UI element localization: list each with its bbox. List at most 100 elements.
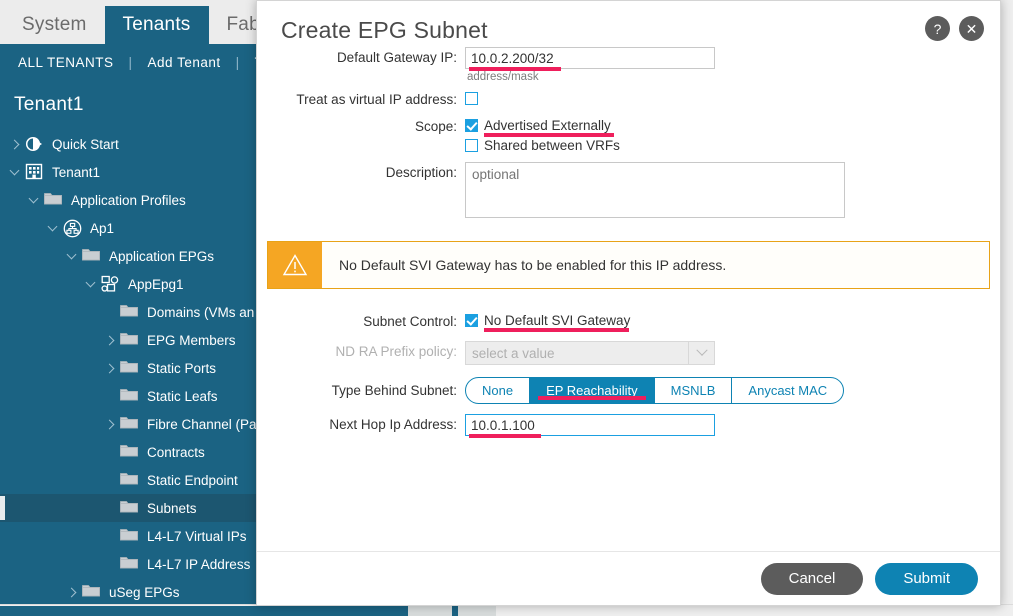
tree-item-l4-l7-ip-address[interactable]: L4-L7 IP Address [0,550,270,578]
tenant-building-icon [25,163,45,181]
nav-tab-system[interactable]: System [4,6,105,44]
chevron-right-icon[interactable] [103,361,117,375]
warning-triangle-icon [268,242,322,288]
treat-as-virtual-field [465,89,1000,105]
folder-icon [120,359,140,377]
next-hop-row: Next Hop Ip Address: [257,414,1000,438]
submit-button[interactable]: Submit [875,562,978,595]
default-gateway-input-wrap [465,47,715,71]
help-icon[interactable]: ? [925,16,950,41]
dialog-form: Default Gateway IP: address/mask Treat a… [257,47,1000,438]
scope-option-label[interactable]: Shared between VRFs [484,136,620,156]
default-gateway-highlight [469,67,561,71]
type-behind-subnet-option-none[interactable]: None [466,378,531,403]
scrollbar-thumb-secondary[interactable] [452,606,458,616]
tree-item-appepg1[interactable]: AppEpg1 [0,270,270,298]
screen-root: System Tenants Fabric ALL TENANTS | Add Tena… [0,0,1013,616]
chevron-down-icon[interactable] [8,165,22,179]
main-nav-tabs: System Tenants Fabric [4,6,299,44]
chevron-down-icon[interactable] [46,221,60,235]
tree-item-label: Tenant1 [52,164,101,180]
warning-message: No Default SVI Gateway has to be enabled… [339,257,727,273]
next-hop-input[interactable] [465,414,715,436]
folder-icon [120,415,140,433]
scrollbar-thumb[interactable] [0,606,408,616]
description-textarea[interactable] [465,162,845,218]
tree-item-label: Fibre Channel (Pa [147,416,257,432]
next-hop-label: Next Hop Ip Address: [329,417,457,432]
type-behind-subnet-highlight [538,396,646,400]
chevron-down-icon[interactable] [65,249,79,263]
type-behind-subnet-option-ep-reachability[interactable]: EP Reachability [530,378,655,403]
chevron-right-icon[interactable] [103,333,117,347]
tree-item-epg-members[interactable]: EPG Members [0,326,270,354]
close-icon[interactable]: ✕ [959,16,984,41]
subnav-item-add-tenant[interactable]: Add Tenant [148,55,221,70]
warning-banner: No Default SVI Gateway has to be enabled… [267,241,990,289]
folder-icon [120,387,140,405]
chevron-right-icon[interactable] [65,585,79,599]
subnet-control-checkbox-no-default-svi-gateway[interactable] [465,314,478,327]
tree-item-fibre-channel-pa[interactable]: Fibre Channel (Pa [0,410,270,438]
subnav-item-all-tenants[interactable]: ALL TENANTS [18,55,114,70]
quick-start-icon [25,135,45,153]
tree-item-tenant1[interactable]: Tenant1 [0,158,270,186]
chevron-right-icon[interactable] [103,417,117,431]
nav-tab-tenants[interactable]: Tenants [104,6,209,44]
tree-item-application-epgs[interactable]: Application EPGs [0,242,270,270]
subnet-control-option: No Default SVI Gateway [465,311,1000,332]
scope-checkbox-shared-between-vrfs[interactable] [465,139,478,152]
cancel-button[interactable]: Cancel [760,562,864,595]
navigation-sidebar: Tenant1 Quick Start Tenant1 Application Pr… [0,80,270,604]
scope-checkbox-advertised-externally[interactable] [465,119,478,132]
nd-ra-prefix-policy-select: select a value [465,341,715,365]
subnet-control-options: No Default SVI Gateway [465,311,1000,332]
chevron-down-icon[interactable] [84,277,98,291]
tree-item-l4-l7-virtual-ips[interactable]: L4-L7 Virtual IPs [0,522,270,550]
folder-icon [82,247,102,265]
tree-item-label: Subnets [147,500,197,516]
nd-ra-prefix-policy-placeholder: select a value [472,345,555,361]
folder-icon [120,527,140,545]
tree-item-subnets[interactable]: Subnets [0,494,270,522]
tree-item-static-ports[interactable]: Static Ports [0,354,270,382]
scope-row: Scope: Advertised Externally Shared betwe… [257,116,1000,156]
type-behind-subnet-option-anycast-mac[interactable]: Anycast MAC [732,378,843,403]
description-label: Description: [385,165,457,180]
type-behind-subnet-option-msnlb[interactable]: MSNLB [655,378,733,403]
tree-item-contracts[interactable]: Contracts [0,438,270,466]
tree-item-application-profiles[interactable]: Application Profiles [0,186,270,214]
tree-item-label: Application Profiles [71,192,186,208]
nd-ra-prefix-policy-row: ND RA Prefix policy: select a value [257,341,1000,365]
tree-item-label: AppEpg1 [128,276,184,292]
right-background-strip [1001,0,1013,604]
scope-options: Advertised Externally Shared between VRFs [465,116,1000,156]
tree-item-quick-start[interactable]: Quick Start [0,130,270,158]
tree-item-static-leafs[interactable]: Static Leafs [0,382,270,410]
chevron-down-icon[interactable] [27,193,41,207]
tree-item-static-endpoint[interactable]: Static Endpoint [0,466,270,494]
default-gateway-input[interactable] [465,47,715,69]
chevron-right-icon[interactable] [8,137,22,151]
folder-icon [44,191,64,209]
tree-item-domains-vms-an[interactable]: Domains (VMs an [0,298,270,326]
type-behind-subnet-field: None EP Reachability MSNLB Anycast MAC [465,377,1000,404]
folder-icon [120,303,140,321]
dialog-footer: Cancel Submit [257,551,1000,605]
tree-item-useg-epgs[interactable]: uSeg EPGs [0,578,270,604]
scope-label: Scope: [414,119,457,134]
next-hop-input-wrap [465,414,715,438]
tree-item-ap1[interactable]: Ap1 [0,214,270,242]
treat-as-virtual-checkbox[interactable] [465,92,478,105]
folder-icon [120,499,140,517]
type-behind-subnet-row: Type Behind Subnet: None EP Reachability M… [257,377,1000,404]
tree-item-label: Static Endpoint [147,472,238,488]
next-hop-field [465,414,1000,438]
subnet-control-highlight [484,328,629,332]
type-behind-subnet-label: Type Behind Subnet: [331,382,457,398]
tree-item-label: Contracts [147,444,205,460]
